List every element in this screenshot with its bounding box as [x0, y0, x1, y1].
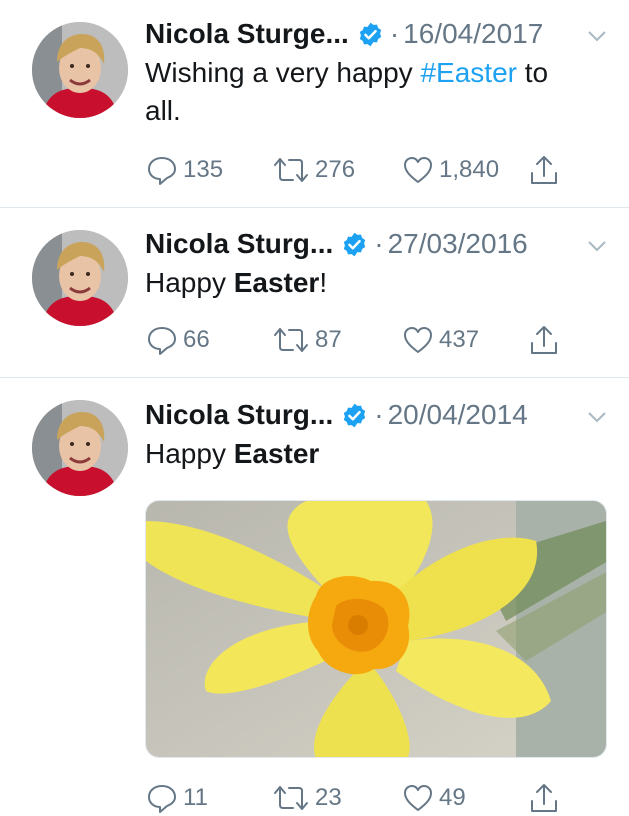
retweet-button[interactable]: 23	[271, 781, 342, 815]
tweet-text: Happy Easter!	[145, 264, 615, 302]
author-name[interactable]: Nicola Sturge...	[145, 18, 349, 50]
like-button[interactable]: 437	[401, 323, 479, 357]
reply-icon	[148, 157, 176, 185]
reply-button[interactable]: 66	[145, 323, 210, 357]
like-icon	[404, 327, 432, 353]
chevron-down-icon[interactable]	[586, 235, 608, 257]
tweet-1[interactable]: Nicola Sturge... · 16/04/2017 Wishing a …	[0, 0, 629, 207]
retweet-button[interactable]: 87	[271, 323, 342, 357]
separator: ·	[389, 18, 400, 49]
tweet-text-part: !	[319, 267, 328, 298]
retweet-count: 276	[315, 156, 356, 183]
share-icon	[531, 326, 557, 354]
avatar[interactable]	[32, 230, 128, 326]
tweet-text: Happy Easter	[145, 435, 615, 473]
tweet-header: Nicola Sturg... · 20/04/2014	[145, 396, 629, 434]
reply-icon	[148, 785, 176, 813]
tweet-header: Nicola Sturge... · 16/04/2017	[145, 15, 629, 53]
like-icon	[404, 157, 432, 183]
retweet-icon	[274, 158, 308, 182]
tweet-text-part: Happy	[145, 267, 234, 298]
retweet-button[interactable]: 276	[271, 153, 355, 187]
tweet-text-part: Happy	[145, 438, 234, 469]
share-icon	[531, 156, 557, 184]
verified-badge-icon	[344, 232, 366, 256]
avatar-image	[32, 230, 128, 326]
like-count: 49	[439, 784, 466, 811]
author-name[interactable]: Nicola Sturg...	[145, 228, 333, 260]
separator: ·	[374, 228, 384, 259]
separator: ·	[374, 399, 384, 430]
tweet-text-part: to	[516, 57, 549, 88]
hashtag-link[interactable]: #Easter	[420, 57, 517, 88]
reply-count: 11	[183, 784, 208, 811]
reply-button[interactable]: 135	[145, 153, 223, 187]
tweet-2[interactable]: Nicola Sturg... · 27/03/2016 Happy Easte…	[0, 208, 629, 377]
retweet-icon	[274, 328, 308, 352]
tweet-text-part: Wishing a very happy	[145, 57, 421, 88]
avatar[interactable]	[32, 22, 128, 118]
share-icon	[531, 784, 557, 812]
like-count: 1,840	[439, 156, 500, 183]
tweet-text-bold: Easter	[233, 438, 320, 469]
like-count: 437	[439, 326, 480, 353]
verified-badge-icon	[359, 22, 382, 46]
tweet-text-part: all.	[145, 95, 181, 126]
tweet-header: Nicola Sturg... · 27/03/2016	[145, 225, 629, 263]
reply-icon	[148, 327, 176, 355]
retweet-count: 23	[315, 784, 342, 811]
reply-button[interactable]: 11	[145, 781, 208, 815]
avatar-image	[32, 22, 128, 118]
avatar[interactable]	[32, 400, 128, 496]
tweet-text-bold: Easter	[233, 267, 320, 298]
tweet-text: Wishing a very happy #Easter to all.	[145, 54, 615, 130]
avatar-image	[32, 400, 128, 496]
like-icon	[404, 785, 432, 811]
share-button[interactable]	[527, 323, 561, 357]
reply-count: 135	[183, 156, 224, 183]
share-button[interactable]	[527, 781, 561, 815]
tweet-3[interactable]: Nicola Sturg... · 20/04/2014 Happy Easte…	[0, 378, 629, 816]
tweet-actions: 135 276 1,840	[145, 153, 585, 187]
like-button[interactable]: 49	[401, 781, 466, 815]
tweet-media-image[interactable]	[145, 500, 607, 758]
chevron-down-icon[interactable]	[586, 406, 608, 428]
like-button[interactable]: 1,840	[401, 153, 499, 187]
chevron-down-icon[interactable]	[586, 25, 608, 47]
tweet-actions: 66 87 437	[145, 323, 585, 357]
tweet-date[interactable]: 20/04/2014	[388, 399, 528, 431]
retweet-icon	[274, 786, 308, 810]
verified-badge-icon	[344, 403, 366, 427]
tweet-actions: 11 23 49	[145, 781, 585, 815]
tweet-date[interactable]: 27/03/2016	[388, 228, 528, 260]
daffodil-photo	[146, 501, 606, 757]
retweet-count: 87	[315, 326, 342, 353]
reply-count: 66	[183, 326, 210, 353]
author-name[interactable]: Nicola Sturg...	[145, 399, 333, 431]
tweet-date[interactable]: 16/04/2017	[403, 18, 543, 50]
share-button[interactable]	[527, 153, 561, 187]
